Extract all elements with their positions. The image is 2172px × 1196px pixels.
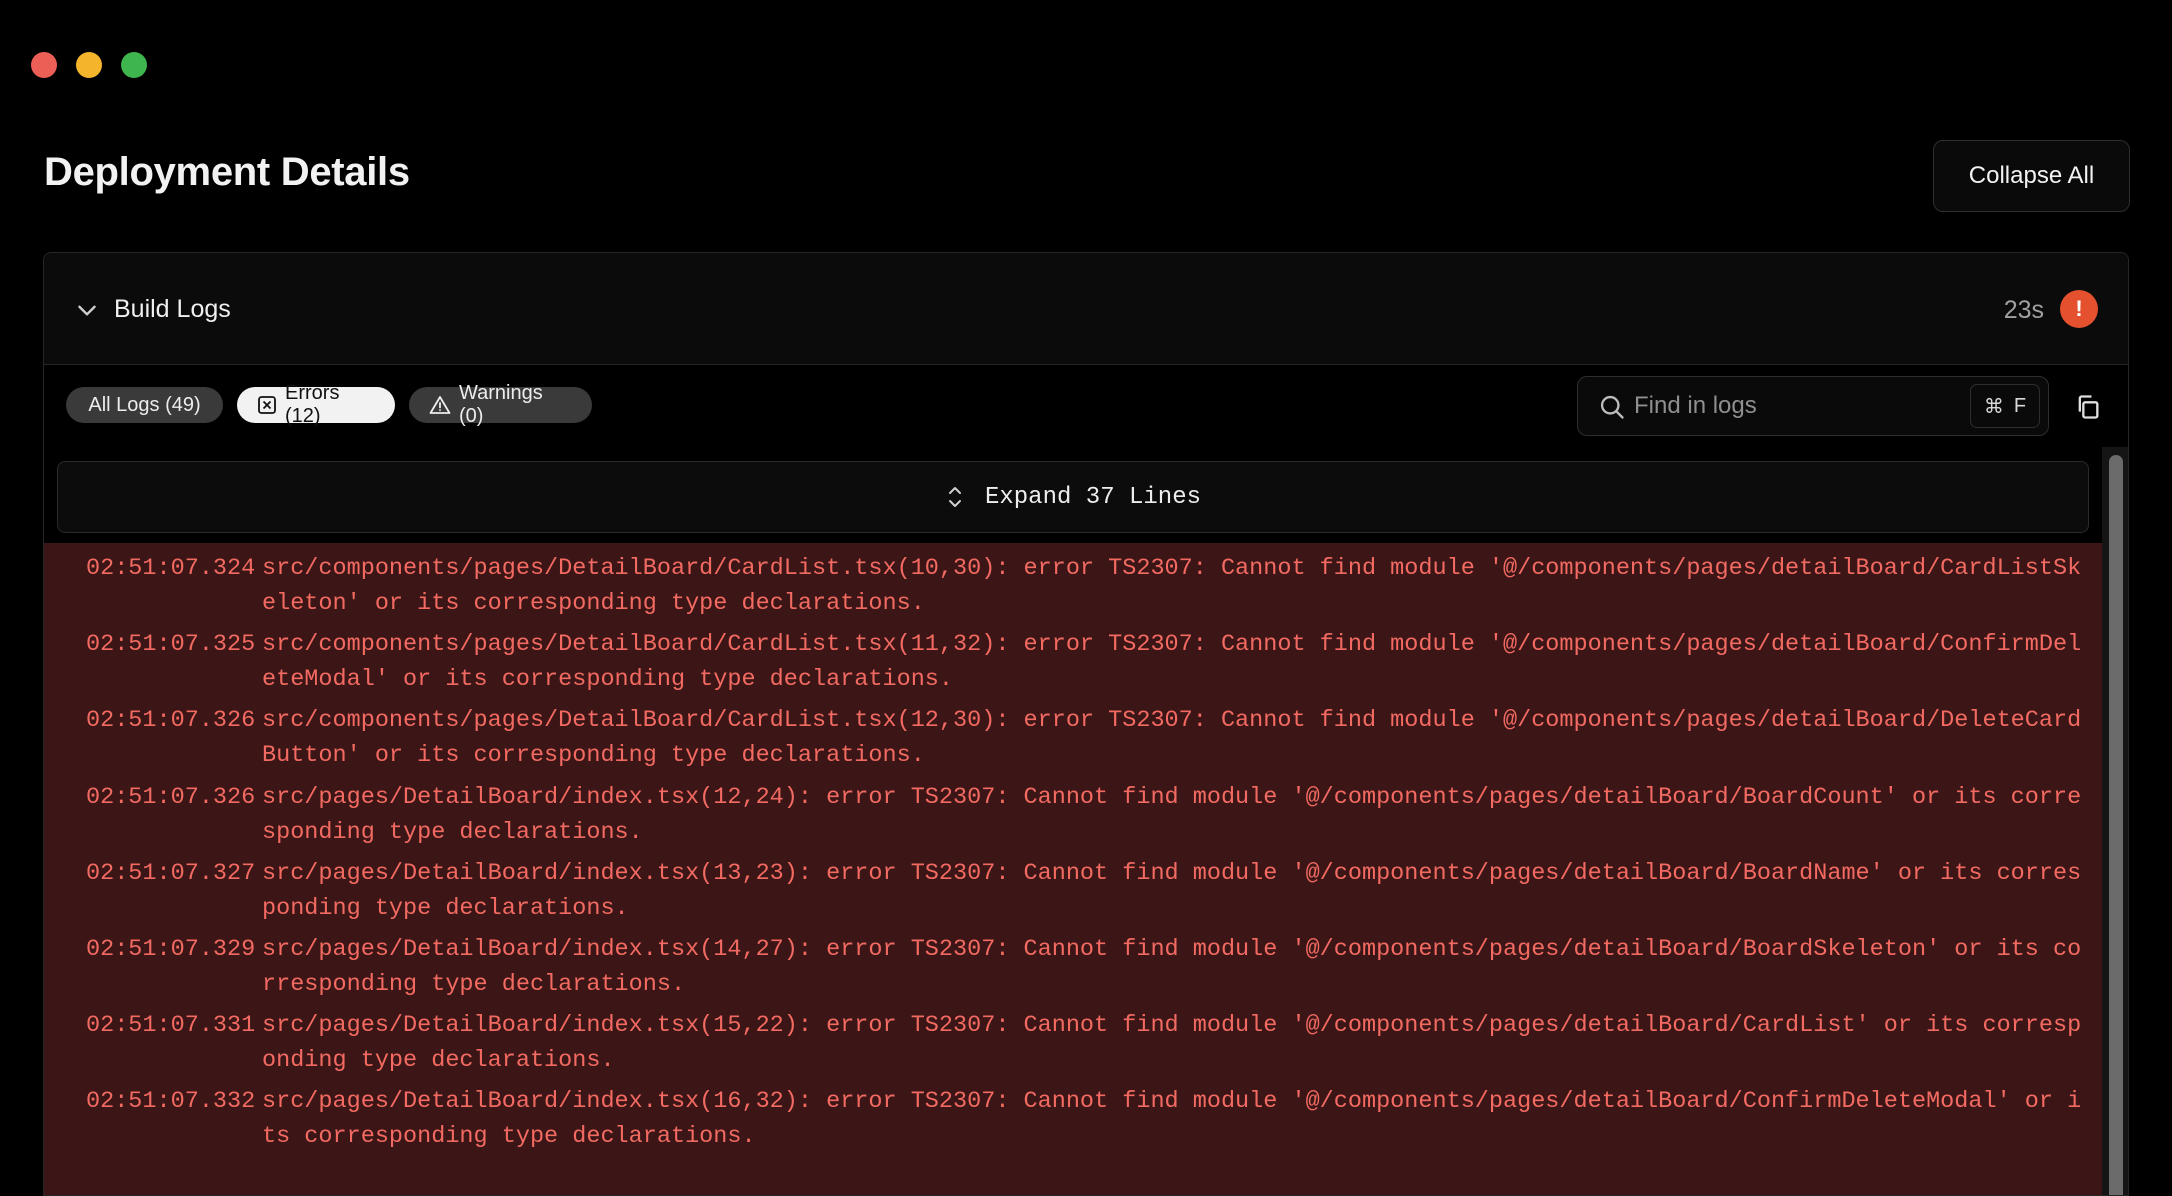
build-duration: 23s <box>2003 296 2044 324</box>
collapse-all-button[interactable]: Collapse All <box>1933 140 2130 212</box>
log-timestamp: 02:51:07.326 <box>86 783 256 811</box>
page-title: Deployment Details <box>44 150 410 194</box>
log-line: 02:51:07.327 src/pages/DetailBoard/index.… <box>44 856 2102 932</box>
build-logs-header[interactable]: Build Logs 23s ! <box>44 253 2128 365</box>
scrollbar-thumb[interactable] <box>2109 455 2123 1195</box>
log-message: src/components/pages/DetailBoard/CardLis… <box>262 631 2082 694</box>
search-shortcut-hint: ⌘ F <box>1970 384 2040 428</box>
log-message: src/pages/DetailBoard/index.tsx(12,24): … <box>262 783 2082 846</box>
expand-vertical-icon <box>948 487 961 507</box>
command-key-icon: ⌘ <box>1983 395 2004 418</box>
window-close-button[interactable] <box>31 52 57 78</box>
log-message: src/components/pages/DetailBoard/CardLis… <box>262 707 2082 770</box>
log-line: 02:51:07.324 src/components/pages/DetailB… <box>44 551 2102 627</box>
filter-all-logs-label: All Logs (49) <box>88 393 201 416</box>
error-x-icon <box>258 396 276 414</box>
window-minimize-button[interactable] <box>76 52 102 78</box>
log-line: 02:51:07.329 src/pages/DetailBoard/index.… <box>44 932 2102 1008</box>
build-logs-title: Build Logs <box>114 295 231 323</box>
log-viewer: Expand 37 Lines 02:51:07.324 src/componen… <box>44 447 2102 1195</box>
log-timestamp: 02:51:07.331 <box>86 1012 256 1040</box>
log-line: 02:51:07.326 src/components/pages/DetailB… <box>44 703 2102 779</box>
log-timestamp: 02:51:07.329 <box>86 935 256 963</box>
filter-errors[interactable]: Errors (12) <box>237 382 395 427</box>
window-controls <box>31 52 147 78</box>
shortcut-key: F <box>2013 394 2027 417</box>
log-timestamp: 02:51:07.326 <box>86 707 256 735</box>
log-timestamp: 02:51:07.332 <box>86 1088 256 1116</box>
filter-errors-label: Errors (12) <box>285 382 340 427</box>
expand-lines-button[interactable]: Expand 37 Lines <box>57 461 2089 533</box>
log-message: src/pages/DetailBoard/index.tsx(16,32): … <box>262 1088 2082 1151</box>
log-line: 02:51:07.332 src/pages/DetailBoard/index.… <box>44 1084 2102 1160</box>
filter-warnings-label: Warnings (0) <box>459 382 543 427</box>
log-line: 02:51:07.326 src/pages/DetailBoard/index.… <box>44 780 2102 856</box>
error-status-badge: ! <box>2060 290 2098 328</box>
log-timestamp: 02:51:07.324 <box>86 555 256 582</box>
log-scrollbar[interactable] <box>2102 447 2128 1195</box>
log-timestamp: 02:51:07.325 <box>86 631 256 659</box>
search-icon <box>1600 395 1624 419</box>
warning-triangle-icon <box>429 396 451 414</box>
log-line: 02:51:07.331 src/pages/DetailBoard/index.… <box>44 1008 2102 1084</box>
chevron-down-icon <box>78 305 96 316</box>
filter-all-logs[interactable]: All Logs (49) <box>66 387 223 423</box>
filter-warnings[interactable]: Warnings (0) <box>409 382 592 427</box>
expand-lines-label: Expand 37 Lines <box>984 483 1202 511</box>
copy-icon[interactable] <box>2074 393 2102 421</box>
log-timestamp: 02:51:07.327 <box>86 859 256 887</box>
log-message: src/pages/DetailBoard/index.tsx(15,22): … <box>262 1012 2082 1075</box>
log-toolbar: All Logs (49) Errors (12) Warnings (0) ⌘… <box>44 365 2128 447</box>
search-input[interactable] <box>1634 387 1964 425</box>
window-zoom-button[interactable] <box>121 52 147 78</box>
build-logs-panel: Build Logs 23s ! All Logs (49) Errors (1… <box>43 252 2129 1196</box>
log-message: src/pages/DetailBoard/index.tsx(13,23): … <box>262 859 2082 922</box>
error-log-list: 02:51:07.324 src/components/pages/DetailB… <box>44 543 2102 1195</box>
log-message: src/pages/DetailBoard/index.tsx(14,27): … <box>262 935 2082 998</box>
log-line: 02:51:07.325 src/components/pages/DetailB… <box>44 627 2102 703</box>
log-message: src/components/pages/DetailBoard/CardLis… <box>262 555 2082 617</box>
log-search: ⌘ F <box>1577 376 2049 436</box>
